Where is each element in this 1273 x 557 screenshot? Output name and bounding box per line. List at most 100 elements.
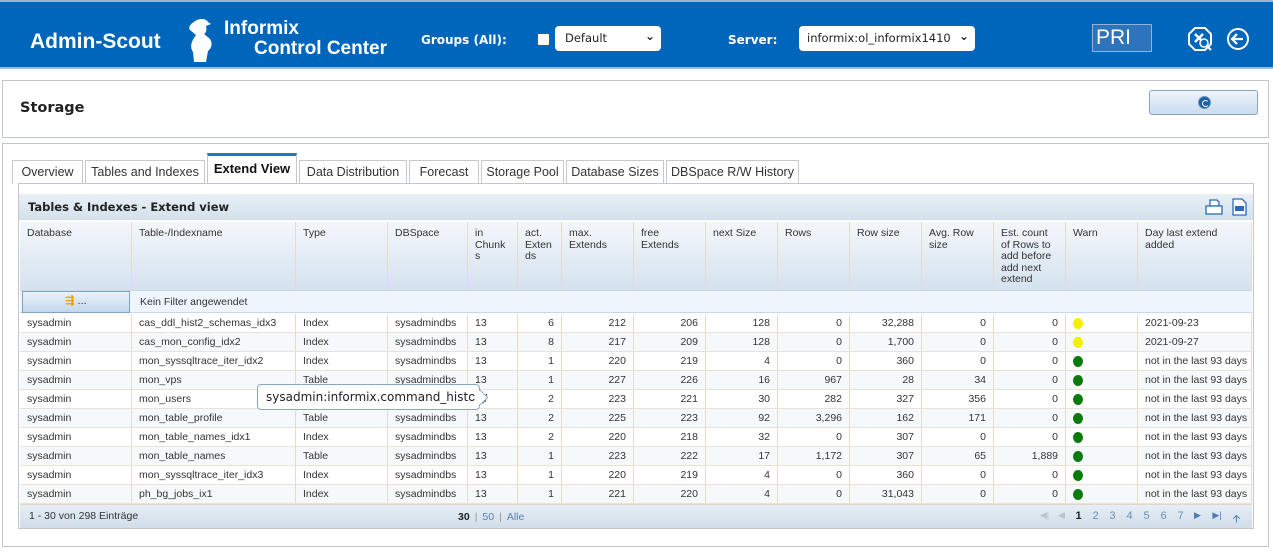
tab-storage-pool[interactable]: Storage Pool — [481, 160, 564, 184]
refresh-button[interactable] — [1149, 90, 1258, 115]
warn-status-green-icon — [1073, 375, 1083, 386]
cell-avg-row-size: 356 — [922, 390, 994, 409]
table-row[interactable]: sysadmin mon_vps Table sysadmindbs 13 1 227 226… — [20, 371, 1252, 390]
cell-database: sysadmin — [20, 485, 132, 504]
tab-forecast[interactable]: Forecast — [409, 160, 479, 184]
cell-free-extends: 219 — [634, 352, 706, 371]
column-header-free-extends[interactable]: free Extends — [634, 222, 706, 290]
storage-panel: Storage — [2, 80, 1269, 138]
warn-status-yellow-icon — [1073, 318, 1083, 329]
cell-avg-row-size: 171 — [922, 409, 994, 428]
cell-max-extends: 227 — [562, 371, 634, 390]
tab-data-distribution[interactable]: Data Distribution — [299, 160, 407, 184]
cell-database: sysadmin — [20, 333, 132, 352]
tab-dbspace-rw-history[interactable]: DBSpace R/W History — [666, 160, 799, 184]
page-2[interactable]: 2 — [1087, 510, 1104, 529]
cell-avg-row-size: 0 — [922, 466, 994, 485]
scroll-top-icon[interactable]: 🡩 — [1228, 510, 1245, 529]
page-size-all[interactable]: Alle — [507, 511, 525, 523]
page-6[interactable]: 6 — [1155, 510, 1172, 529]
table-row[interactable]: sysadmin cas_ddl_hist2_schemas_idx3 Index s… — [20, 314, 1252, 333]
cell-name: mon_table_names — [132, 447, 296, 466]
cell-est-count: 0 — [994, 428, 1066, 447]
groups-checkbox[interactable] — [537, 33, 550, 46]
page-5[interactable]: 5 — [1138, 510, 1155, 529]
cell-free-extends: 218 — [634, 428, 706, 447]
tab-database-sizes[interactable]: Database Sizes — [566, 160, 664, 184]
filter-button[interactable]: ⇶ ... — [22, 291, 130, 313]
page-size-50[interactable]: 50 — [482, 511, 494, 523]
grid-title-bar: Tables & Indexes - Extend view — [19, 194, 1253, 220]
cell-day-last: not in the last 93 days — [1138, 428, 1252, 447]
page-7[interactable]: 7 — [1172, 510, 1189, 529]
disconnect-icon[interactable] — [1187, 26, 1213, 52]
cell-free-extends: 206 — [634, 314, 706, 333]
cell-warn — [1066, 409, 1138, 428]
page-1[interactable]: 1 — [1070, 510, 1087, 529]
cell-row-size: 28 — [850, 371, 922, 390]
column-header-max-extends[interactable]: max. Extends — [562, 222, 634, 290]
cell-est-count: 1,889 — [994, 447, 1066, 466]
page-3[interactable]: 3 — [1104, 510, 1121, 529]
server-label: Server: — [728, 33, 778, 47]
server-select[interactable]: informix:ol_informix1410 ⌄ — [799, 26, 975, 51]
column-header-avg-row-size[interactable]: Avg. Row size — [922, 222, 994, 290]
groups-select[interactable]: Default ⌄ — [555, 26, 661, 51]
column-header-rows[interactable]: Rows — [778, 222, 850, 290]
warn-status-green-icon — [1073, 470, 1083, 481]
warn-status-green-icon — [1073, 394, 1083, 405]
column-header-in-chunks[interactable]: in Chunk s — [468, 222, 518, 290]
csv-export-icon[interactable] — [1232, 198, 1247, 216]
page-title: Storage — [20, 100, 85, 116]
cell-free-extends: 221 — [634, 390, 706, 409]
cell-est-count: 0 — [994, 409, 1066, 428]
page-4[interactable]: 4 — [1121, 510, 1138, 529]
print-icon[interactable] — [1205, 199, 1223, 215]
table-row[interactable]: sysadmin mon_table_names Table sysadmindbs 1… — [20, 447, 1252, 466]
cell-avg-row-size: 0 — [922, 333, 994, 352]
column-header-est-count[interactable]: Est. count of Rows to add before add nex… — [994, 222, 1066, 290]
column-header-warn[interactable]: Warn — [1066, 222, 1138, 290]
cell-next-size: 32 — [706, 428, 778, 447]
column-header-name[interactable]: Table-/Indexname — [132, 222, 296, 290]
cell-dbspace: sysadmindbs — [388, 409, 468, 428]
first-page-icon[interactable]: ◀​| — [1036, 510, 1053, 529]
table-row[interactable]: sysadmin ph_bg_jobs_ix1 Index sysadmindbs 13… — [20, 485, 1252, 504]
table-row[interactable]: sysadmin mon_syssqltrace_iter_idx3 Index sy… — [20, 466, 1252, 485]
prev-page-icon[interactable]: ◀ — [1053, 510, 1070, 529]
column-header-day-last-extend[interactable]: Day last extend added — [1138, 222, 1252, 290]
tab-extend-view[interactable]: Extend View — [207, 153, 297, 184]
table-row[interactable]: sysadmin mon_table_names_idx1 Index sysadmi… — [20, 428, 1252, 447]
cell-type: Index — [296, 352, 388, 371]
cell-warn — [1066, 485, 1138, 504]
cell-rows: 1,172 — [778, 447, 850, 466]
cell-in-chunks: 13 — [468, 447, 518, 466]
cell-est-count: 0 — [994, 485, 1066, 504]
cell-day-last: 2021-09-27 — [1138, 333, 1252, 352]
tab-overview[interactable]: Overview — [12, 160, 83, 184]
table-row[interactable]: sysadmin mon_table_profile Table sysadmindb… — [20, 409, 1252, 428]
cell-act-extends: 1 — [518, 466, 562, 485]
last-page-icon[interactable]: ▶| — [1206, 510, 1228, 529]
next-page-icon[interactable]: ▶ — [1189, 510, 1206, 529]
table-row[interactable]: sysadminmon_usersTablesysadmindbs1322232… — [20, 390, 1252, 409]
brand-informix-control-center: Informix Control Center — [224, 19, 387, 59]
column-header-act-extends[interactable]: act. Exten ds — [518, 222, 562, 290]
table-row[interactable]: sysadmin cas_mon_config_idx2 Index sysadmin… — [20, 333, 1252, 352]
column-header-next-size[interactable]: next Size — [706, 222, 778, 290]
tab-tables-and-indexes[interactable]: Tables and Indexes — [85, 160, 205, 184]
cell-row-size: 1,700 — [850, 333, 922, 352]
column-header-type[interactable]: Type — [296, 222, 388, 290]
cell-name: mon_table_profile — [132, 409, 296, 428]
table-row[interactable]: sysadmin mon_syssqltrace_iter_idx2 Index sy… — [20, 352, 1252, 371]
column-header-row-size[interactable]: Row size — [850, 222, 922, 290]
cell-free-extends: 209 — [634, 333, 706, 352]
back-arrow-icon[interactable] — [1226, 27, 1250, 51]
column-header-database[interactable]: Database — [20, 222, 132, 290]
cell-max-extends: 225 — [562, 409, 634, 428]
page-size-30[interactable]: 30 — [458, 511, 470, 523]
cell-type: Index — [296, 428, 388, 447]
cell-database: sysadmin — [20, 428, 132, 447]
column-header-dbspace[interactable]: DBSpace — [388, 222, 468, 290]
cell-warn — [1066, 352, 1138, 371]
